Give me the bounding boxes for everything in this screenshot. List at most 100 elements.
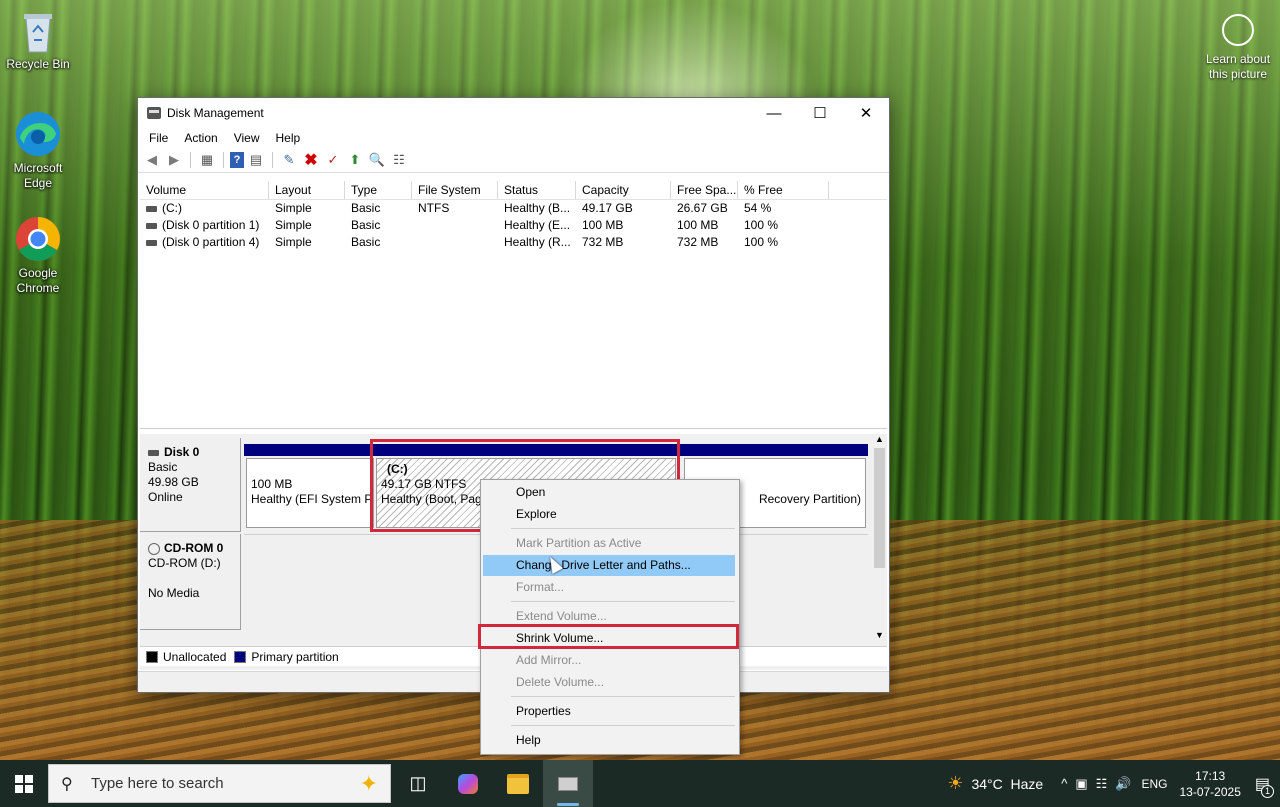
view-list-icon[interactable]: ☷ [389,150,409,170]
volume-row[interactable]: (Disk 0 partition 4) Simple Basic Health… [140,234,887,251]
title-bar[interactable]: Disk Management — ☐ ✕ [138,98,889,128]
primary-swatch [234,650,247,663]
start-button[interactable] [0,760,48,807]
column-volume[interactable]: Volume [140,181,269,199]
weather-text[interactable]: 34°C Haze [971,776,1043,792]
cdrom-name: CD-ROM 0 [164,541,224,555]
menu-action[interactable]: Action [176,131,225,145]
desktop-icon-chrome[interactable]: Google Chrome [1,215,75,296]
disk-management-icon [147,107,161,119]
volume-pct-free: 54 % [744,201,772,215]
volume-layout: Simple [275,201,312,215]
weather-icon[interactable]: ☀ [947,773,963,794]
scroll-down-icon[interactable]: ▼ [875,630,884,640]
column-free-space[interactable]: Free Spa... [671,181,738,199]
edge-icon [16,112,60,156]
disk0-state: Online [148,490,183,504]
volume-pct-free: 100 % [744,218,779,232]
menu-item-format[interactable]: Format... [483,577,735,598]
desktop-icon-recycle-bin[interactable]: Recycle Bin [1,10,75,72]
menu-view[interactable]: View [226,131,268,145]
language-indicator[interactable]: ENG [1141,777,1167,791]
forward-icon[interactable]: ▶ [164,150,184,170]
copilot-icon[interactable] [443,760,493,807]
volume-list: Volume Layout Type File System Status Ca… [140,181,887,429]
scroll-up-icon[interactable]: ▲ [875,434,884,444]
scroll-thumb[interactable] [874,448,885,568]
menu-item-properties[interactable]: Properties [483,701,735,722]
cdrom-media: No Media [148,586,200,600]
volume-pct-free: 100 % [744,235,779,249]
menu-separator [511,725,735,726]
close-button[interactable]: ✕ [843,98,889,128]
show-hide-console-tree-icon[interactable]: ▦ [197,150,217,170]
network-icon[interactable]: ☷ [1096,776,1108,792]
menu-file[interactable]: File [141,131,176,145]
column-type[interactable]: Type [345,181,412,199]
vertical-scrollbar[interactable]: ▲ ▼ [872,434,887,644]
search-icon: ⚲ [61,775,73,793]
volume-type: Basic [351,218,381,232]
menu-item-add-mirror[interactable]: Add Mirror... [483,650,735,671]
volume-fs [412,217,498,234]
legend-primary: Primary partition [251,649,339,664]
volume-icon[interactable]: 🔊 [1115,776,1131,792]
column-status[interactable]: Status [498,181,576,199]
recycle-bin-icon [24,14,52,53]
toolbar-separator [223,152,224,168]
task-view-icon[interactable]: ◫ [393,760,443,807]
check-icon[interactable]: ✓ [323,150,343,170]
menu-item-change-drive-letter[interactable]: Change Drive Letter and Paths... [483,555,735,576]
menu-help[interactable]: Help [268,131,309,145]
properties-icon[interactable]: ▤ [246,150,266,170]
taskbar-search-box[interactable]: ⚲ Type here to search ✦ [48,764,391,803]
drive-icon [146,205,157,212]
minimize-button[interactable]: — [751,98,797,128]
column-capacity[interactable]: Capacity [576,181,671,199]
column-percent-free[interactable]: % Free [738,181,829,199]
unallocated-swatch [146,650,158,663]
back-icon[interactable]: ◀ [142,150,162,170]
search-placeholder: Type here to search [91,775,224,792]
disk0-label[interactable]: Disk 0 Basic 49.98 GB Online [140,438,241,532]
connect-disk-icon[interactable]: ✎ [279,150,299,170]
volume-row[interactable]: (Disk 0 partition 1) Simple Basic Health… [140,217,887,234]
volume-layout: Simple [275,218,312,232]
volume-name: (Disk 0 partition 4) [162,235,260,249]
disk-management-taskbar-icon[interactable] [543,760,593,807]
volume-name: (C:) [162,201,182,215]
volume-capacity: 49.17 GB [582,201,633,215]
partition-efi[interactable]: 100 MB Healthy (EFI System P [246,458,374,528]
cdrom0-label[interactable]: CD-ROM 0 CD-ROM (D:) No Media [140,534,241,630]
menu-item-open[interactable]: Open [483,482,735,503]
volume-status: Healthy (R... [504,235,571,249]
toolbar-separator [272,152,273,168]
column-file-system[interactable]: File System [412,181,498,199]
delete-icon[interactable]: ✖ [301,150,321,170]
clock-time: 17:13 [1195,768,1226,783]
menu-item-mark-active[interactable]: Mark Partition as Active [483,533,735,554]
volume-row[interactable]: (C:) Simple Basic NTFS Healthy (B... 49.… [140,200,887,217]
menu-item-delete-volume[interactable]: Delete Volume... [483,672,735,693]
learn-about-picture[interactable]: Learn about this picture [1198,14,1278,82]
menu-item-help[interactable]: Help [483,730,735,751]
menu-bar: File Action View Help [138,128,889,148]
menu-item-explore[interactable]: Explore [483,504,735,525]
column-layout[interactable]: Layout [269,181,345,199]
search-folder-icon[interactable]: 🔍 [367,150,387,170]
file-explorer-icon[interactable] [493,760,543,807]
help-icon[interactable]: ? [230,152,244,168]
upload-icon[interactable]: ⬆ [345,150,365,170]
notification-badge: 1 [1261,784,1274,798]
volume-name: (Disk 0 partition 1) [162,218,260,232]
desktop-icon-edge[interactable]: Microsoft Edge [1,110,75,191]
show-hidden-icons[interactable]: ^ [1061,776,1067,791]
maximize-button[interactable]: ☐ [797,98,843,128]
clock[interactable]: 17:13 13-07-2025 [1179,768,1240,800]
meet-now-icon[interactable]: ▣ [1075,776,1087,792]
desktop-icon-label: Microsoft Edge [13,161,63,190]
cdrom-drive: CD-ROM (D:) [148,556,221,570]
clock-date: 13-07-2025 [1179,784,1241,799]
volume-capacity: 732 MB [582,235,624,249]
notification-icon[interactable]: ▤ 1 [1255,774,1274,798]
